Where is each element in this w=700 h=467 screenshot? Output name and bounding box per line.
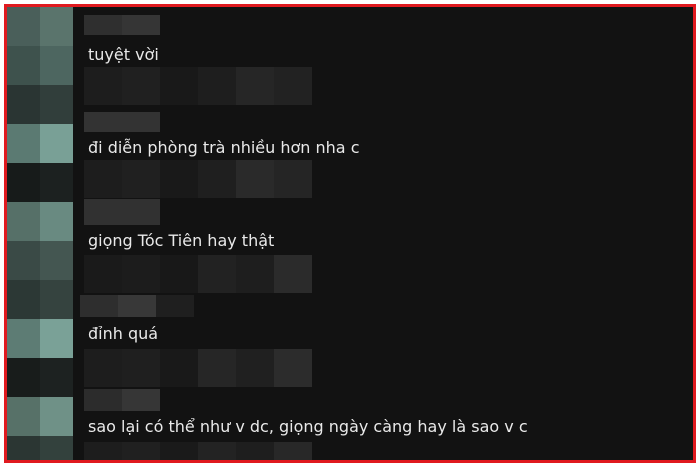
meta-blurred [84, 160, 122, 198]
meta-blurred [198, 349, 236, 387]
meta-blurred [274, 349, 312, 387]
avatar-pixel [7, 436, 40, 460]
meta-blurred [84, 349, 122, 387]
meta-blurred [160, 349, 198, 387]
meta-blurred [236, 442, 274, 460]
comment-text: đi diễn phòng trà nhiều hơn nha c [88, 138, 360, 157]
avatar-pixel [7, 358, 40, 397]
meta-blurred [198, 255, 236, 293]
meta-blurred [122, 349, 160, 387]
avatar-pixel [7, 163, 40, 202]
username-blurred [80, 295, 118, 317]
avatar-pixel [7, 397, 40, 436]
avatar-pixel [40, 241, 73, 280]
meta-blurred [122, 255, 160, 293]
avatar-pixel [40, 7, 73, 46]
meta-blurred [160, 67, 198, 105]
avatar-pixel [7, 319, 40, 358]
meta-blurred [122, 160, 160, 198]
meta-blurred [84, 255, 122, 293]
meta-blurred [198, 67, 236, 105]
meta-blurred [236, 160, 274, 198]
comment-text: tuyệt vời [88, 45, 159, 64]
avatar-pixel [7, 85, 40, 124]
meta-blurred [274, 67, 312, 105]
meta-blurred [236, 255, 274, 293]
meta-blurred [122, 67, 160, 105]
meta-blurred [122, 442, 160, 460]
meta-blurred [198, 442, 236, 460]
avatar-pixel [7, 46, 40, 85]
username-blurred [118, 295, 156, 317]
avatar-pixel [40, 358, 73, 397]
username-blurred [84, 199, 160, 225]
meta-blurred [84, 442, 122, 460]
meta-blurred [84, 67, 122, 105]
username-blurred [84, 112, 160, 132]
meta-blurred [274, 442, 312, 460]
screenshot-frame: tuyệt vời đi diễn phòng trà nhiều hơn nh… [4, 4, 696, 463]
comment-text: giọng Tóc Tiên hay thật [88, 231, 275, 250]
meta-blurred [236, 349, 274, 387]
avatar-pixel [7, 124, 40, 163]
avatar-pixel [40, 85, 73, 124]
meta-blurred [236, 67, 274, 105]
avatar-pixel [7, 202, 40, 241]
comment-text: sao lại có thể như v dc, giọng ngày càng… [88, 417, 528, 436]
avatar-pixel [7, 280, 40, 319]
username-blurred [156, 295, 194, 317]
avatar-pixel [40, 397, 73, 436]
username-blurred [84, 15, 122, 35]
username-blurred [122, 389, 160, 411]
meta-blurred [274, 160, 312, 198]
avatar-pixel [40, 124, 73, 163]
avatar-pixel [40, 436, 73, 460]
avatar-pixel [40, 46, 73, 85]
avatar-pixel [40, 280, 73, 319]
avatar-column [7, 7, 73, 460]
meta-blurred [160, 442, 198, 460]
username-blurred [122, 15, 160, 35]
avatar-pixel [40, 163, 73, 202]
meta-blurred [198, 160, 236, 198]
meta-blurred [274, 255, 312, 293]
avatar-pixel [40, 319, 73, 358]
avatar-pixel [40, 202, 73, 241]
avatar-pixel [7, 7, 40, 46]
comment-text: đỉnh quá [88, 324, 159, 343]
username-blurred [84, 389, 122, 411]
meta-blurred [160, 160, 198, 198]
meta-blurred [160, 255, 198, 293]
avatar-pixel [7, 241, 40, 280]
